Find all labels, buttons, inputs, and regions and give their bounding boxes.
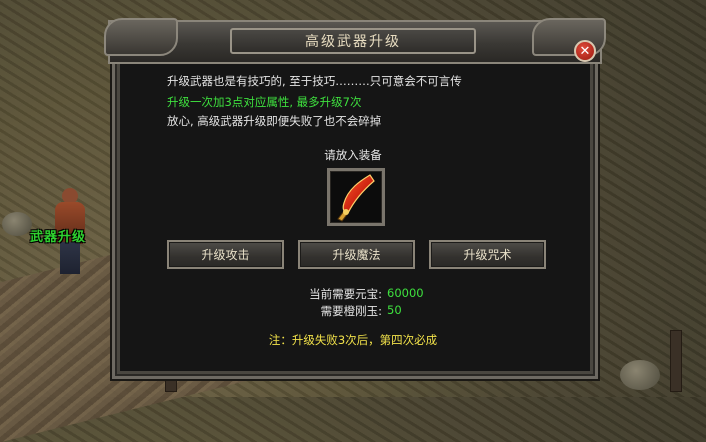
info-line-3: 放心, 高级武器升级即便失败了也不会碎掉 xyxy=(167,114,382,128)
close-icon: ✕ xyxy=(579,43,591,59)
equip-prompt: 请放入装备 xyxy=(324,148,382,162)
close-button[interactable]: ✕ xyxy=(574,40,596,62)
left-ornament xyxy=(104,18,178,56)
dialog-title: 高级武器升级 xyxy=(305,34,401,50)
ingot-required-label: 当前需要元宝: xyxy=(309,287,382,301)
orange-corundum-label: 需要橙刚玉: xyxy=(320,304,382,318)
upgrade-note: 注：升级失败3次后，第四次必成 xyxy=(268,333,438,347)
info-line-2: 升级一次加3点对应属性, 最多升级7次 xyxy=(167,95,362,109)
upgrade-magic-button[interactable]: 升级魔法 xyxy=(298,240,415,269)
npc-legs xyxy=(60,242,80,274)
title-plate: 高级武器升级 xyxy=(230,28,476,54)
rock xyxy=(2,212,32,236)
equipment-slot[interactable] xyxy=(327,168,385,226)
orange-corundum-value: 50 xyxy=(387,303,402,317)
info-line-1: 升级武器也是有技巧的, 至于技巧………只可意会不可言传 xyxy=(167,74,462,88)
upgrade-attack-button[interactable]: 升级攻击 xyxy=(167,240,284,269)
ingot-required-value: 60000 xyxy=(387,286,424,300)
upgrade-spell-button[interactable]: 升级咒术 xyxy=(429,240,546,269)
rock xyxy=(620,360,660,390)
npc-name-label: 武器升级 xyxy=(30,230,87,245)
red-blade-weapon-icon xyxy=(337,174,375,222)
